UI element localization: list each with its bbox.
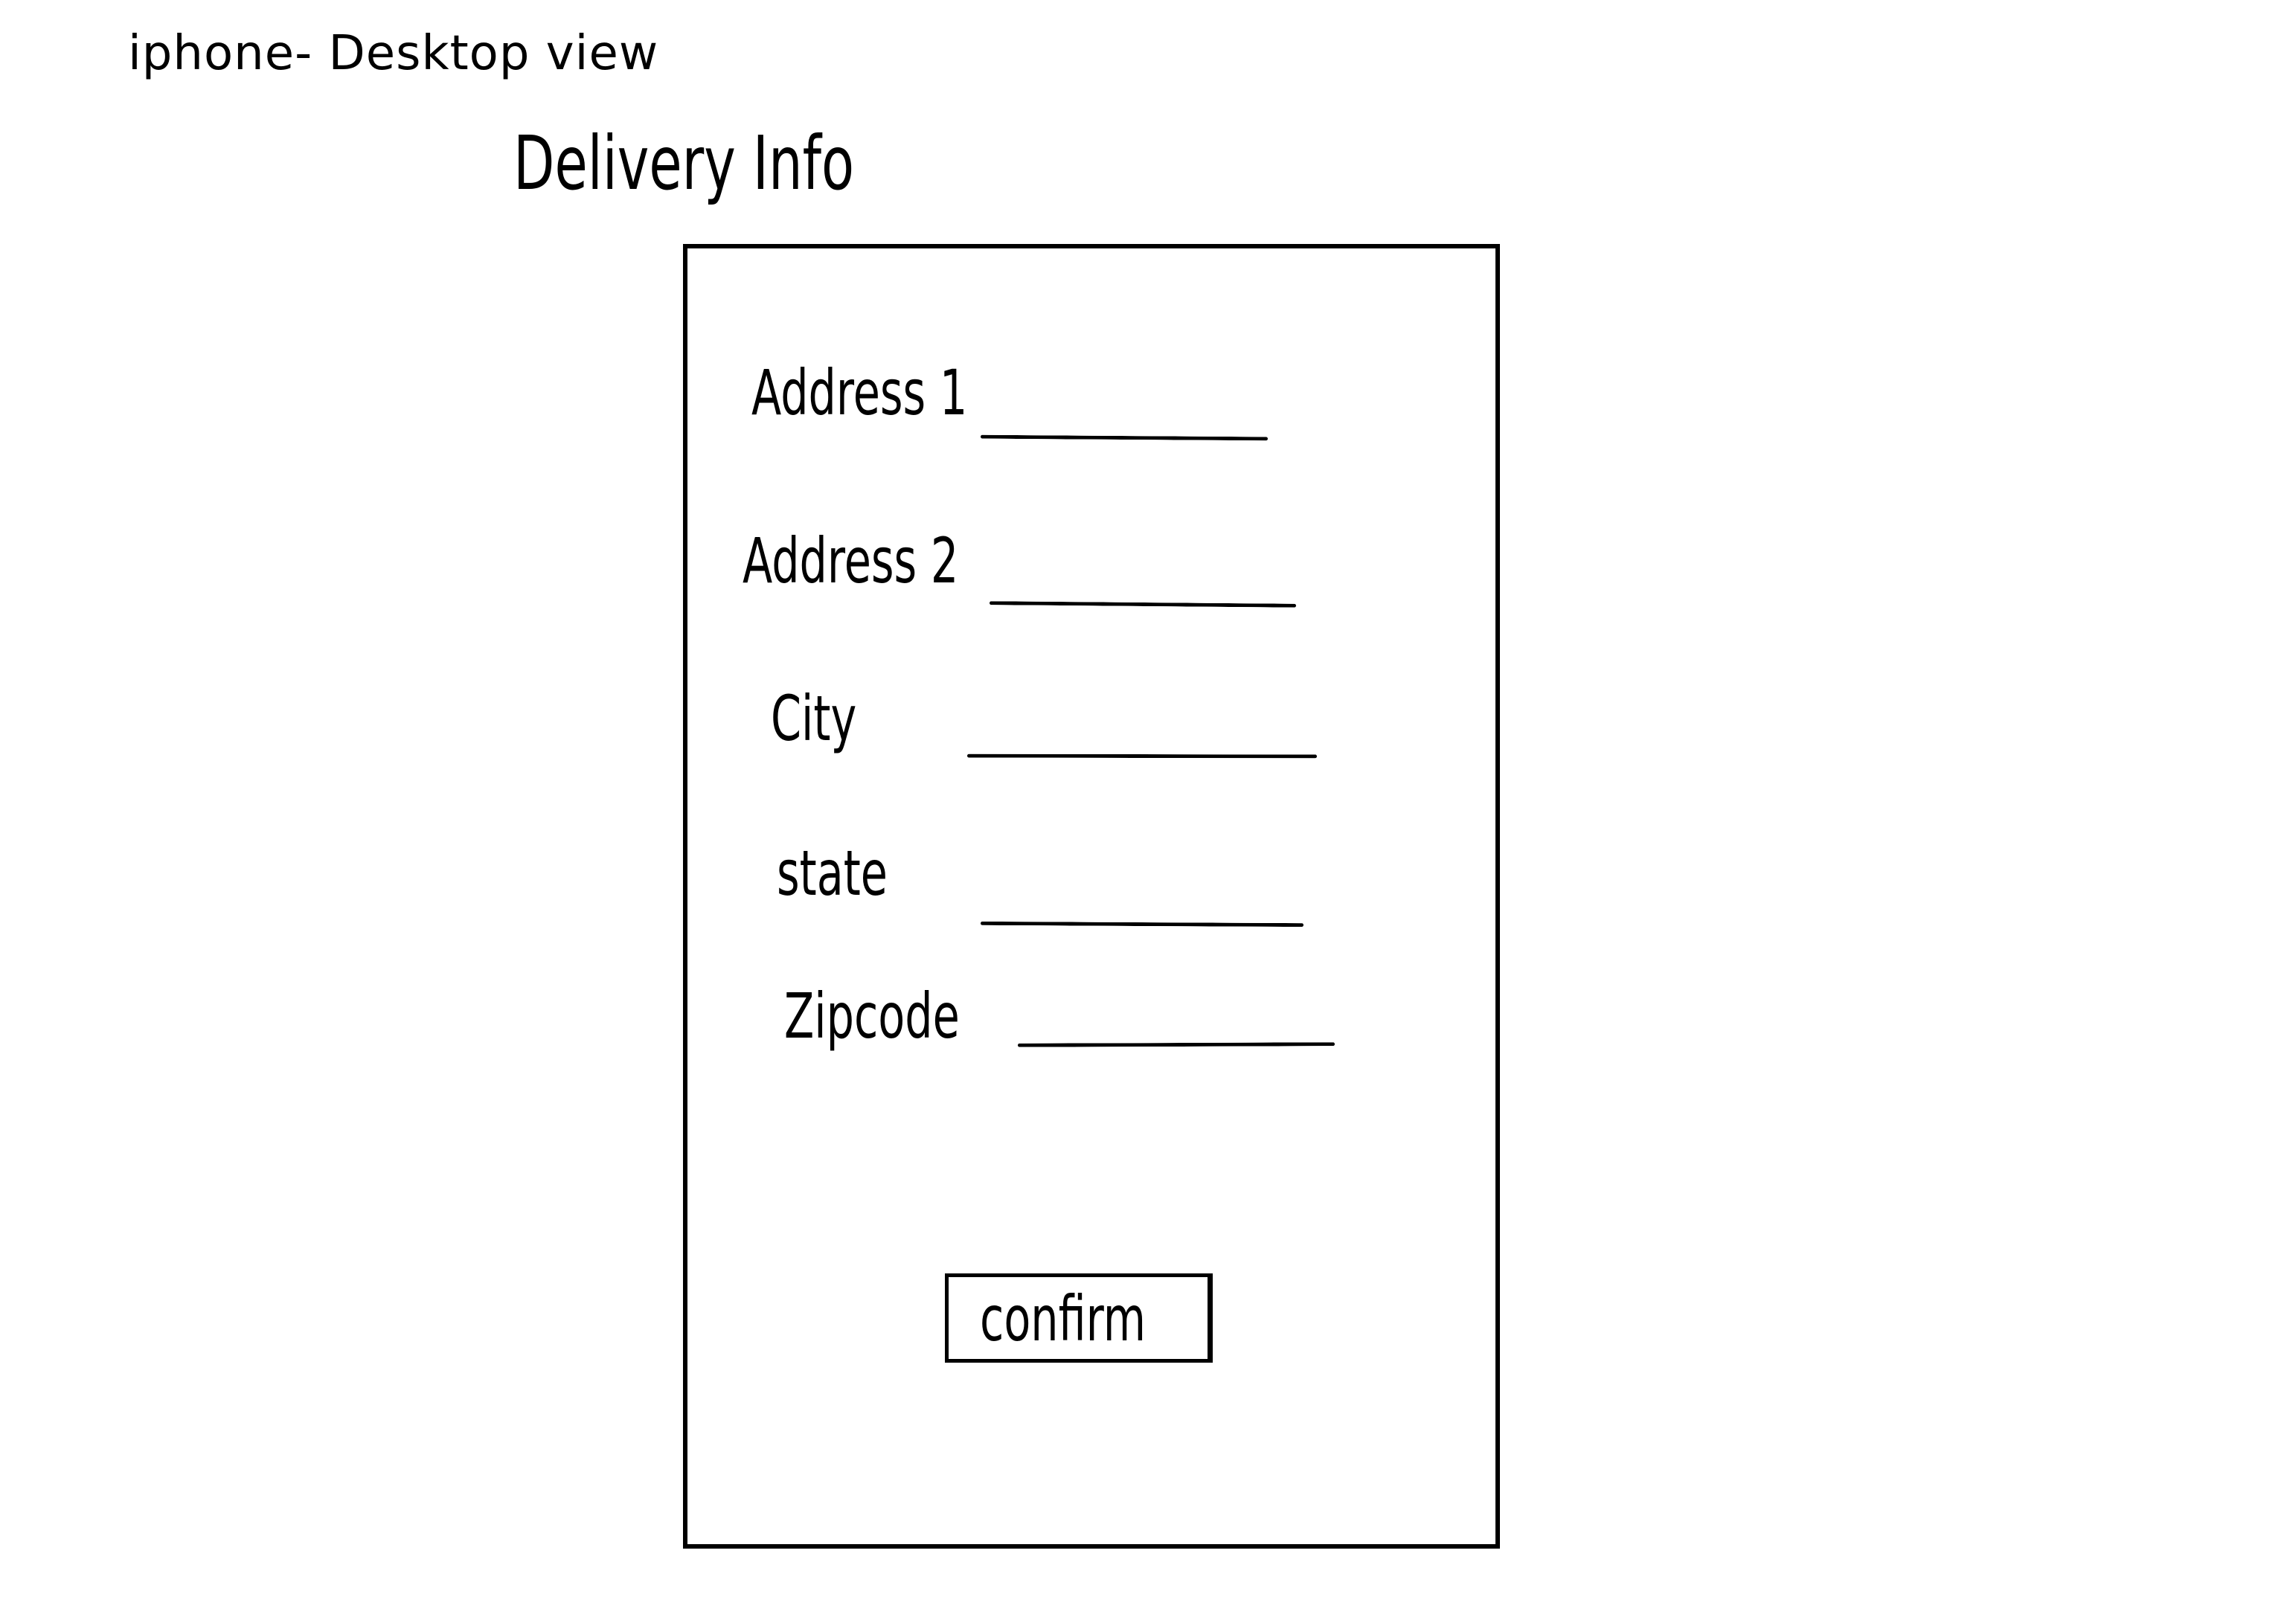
address-2-label: Address 2: [743, 524, 959, 597]
state-label: state: [777, 837, 888, 910]
confirm-button[interactable]: confirm: [945, 1273, 1213, 1363]
address-1-label: Address 1: [751, 356, 968, 429]
screen-heading: Delivery Info: [513, 120, 855, 207]
zipcode-label: Zipcode: [784, 980, 960, 1052]
sketch-title: iphone- Desktop view: [128, 26, 659, 81]
city-input[interactable]: [966, 753, 1318, 759]
city-label: City: [771, 682, 857, 755]
confirm-button-label: confirm: [980, 1282, 1147, 1355]
